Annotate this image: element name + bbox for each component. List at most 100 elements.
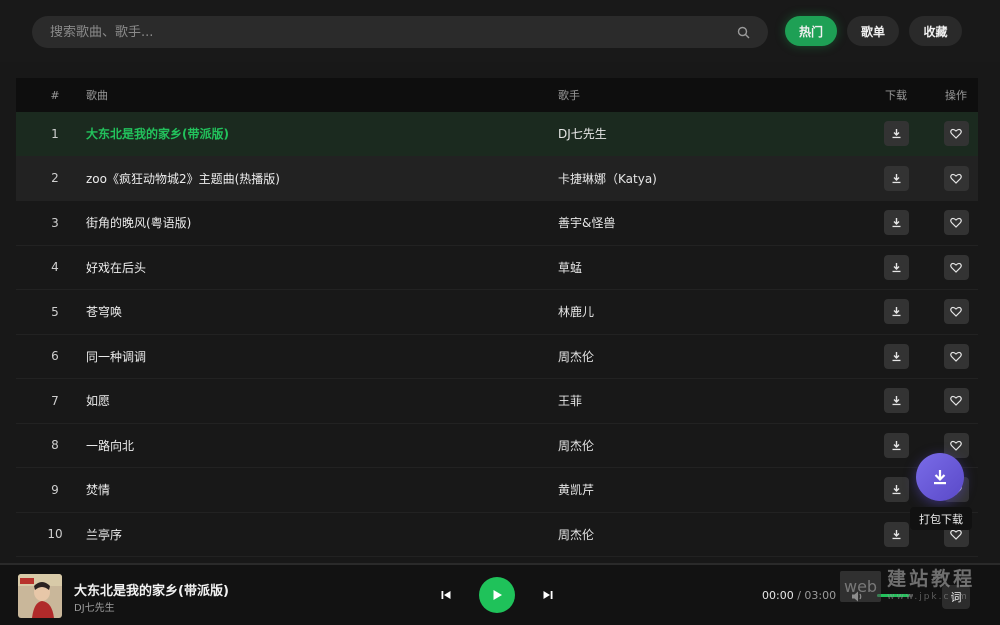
song-title[interactable]: 一路向北 <box>86 437 558 454</box>
next-button[interactable] <box>540 587 556 603</box>
table-row[interactable]: 2 zoo《疯狂动物城2》主题曲(热播版) 卡捷琳娜（Katya) <box>16 156 978 201</box>
heart-icon <box>950 529 962 540</box>
favorite-button[interactable] <box>943 210 969 236</box>
watermark-logo: web <box>840 570 882 602</box>
heart-icon <box>950 218 962 229</box>
favorite-button[interactable] <box>943 254 969 280</box>
search-bar[interactable] <box>32 16 768 48</box>
song-title[interactable]: 同一种调调 <box>86 348 558 365</box>
song-artist: 黄凯芹 <box>558 483 595 498</box>
download-icon <box>934 470 946 485</box>
download-button[interactable] <box>883 477 909 503</box>
download-button[interactable] <box>883 432 909 458</box>
song-artist: 周杰伦 <box>558 438 595 453</box>
table-row[interactable]: 3 街角的晚风(粤语版) 善宇&怪兽 <box>16 201 978 246</box>
favorite-button[interactable] <box>943 165 969 191</box>
download-icon <box>892 173 900 183</box>
header-action: 操作 <box>945 89 967 102</box>
song-title[interactable]: 街角的晚风(粤语版) <box>86 214 558 231</box>
heart-icon <box>950 396 962 407</box>
header-download: 下载 <box>885 89 907 102</box>
favorite-button[interactable] <box>943 388 969 414</box>
now-playing-artist: DJ七先生 <box>74 603 115 614</box>
heart-icon <box>950 351 962 362</box>
table-row[interactable]: 6 同一种调调 周杰伦 <box>16 335 978 379</box>
search-input[interactable] <box>50 24 736 40</box>
row-number: 3 <box>51 215 59 230</box>
search-icon[interactable] <box>736 25 750 39</box>
row-number: 10 <box>47 527 63 542</box>
heart-icon <box>950 173 962 184</box>
song-artist: 王菲 <box>558 394 583 409</box>
download-button[interactable] <box>883 521 909 547</box>
download-icon <box>892 218 900 228</box>
row-number: 9 <box>51 482 59 497</box>
download-button[interactable] <box>883 388 909 414</box>
header-title: 歌曲 <box>86 89 108 102</box>
row-number: 4 <box>51 260 59 275</box>
row-number: 5 <box>51 304 59 319</box>
row-number: 6 <box>51 349 59 364</box>
album-cover[interactable] <box>18 574 62 618</box>
time-separator: / <box>797 589 801 602</box>
table-row[interactable]: 4 好戏在后头 草蜢 <box>16 246 978 290</box>
table-row[interactable]: 1 大东北是我的家乡(带派版) DJ七先生 <box>16 112 978 157</box>
top-bar: 热门 歌单 收藏 <box>0 0 1000 62</box>
table-row[interactable]: 5 苍穹唤 林鹿儿 <box>16 290 978 335</box>
download-button[interactable] <box>883 210 909 236</box>
tab-favorites[interactable]: 收藏 <box>909 16 962 46</box>
heart-icon <box>950 440 962 451</box>
song-title[interactable]: 焚情 <box>86 481 558 498</box>
download-icon <box>892 485 900 495</box>
total-time: 03:00 <box>804 589 837 602</box>
download-icon <box>892 262 900 272</box>
watermark-text: 建站教程 <box>887 568 976 590</box>
previous-button[interactable] <box>438 587 454 603</box>
favorite-button[interactable] <box>943 343 969 369</box>
play-icon <box>493 590 502 600</box>
song-title[interactable]: zoo《疯狂动物城2》主题曲(热播版) <box>86 170 558 187</box>
song-title[interactable]: 兰亭序 <box>86 526 558 543</box>
watermark: web 建站教程 www.jpk.com <box>840 565 990 607</box>
current-time: 00:00 <box>762 589 794 602</box>
heart-icon <box>950 129 962 140</box>
song-artist: DJ七先生 <box>558 127 607 142</box>
download-button[interactable] <box>883 343 909 369</box>
skip-previous-icon <box>441 591 451 599</box>
download-button[interactable] <box>883 165 909 191</box>
download-button[interactable] <box>883 121 909 147</box>
table-row[interactable]: 9 焚情 黄凯芹 <box>16 468 978 513</box>
download-button[interactable] <box>883 299 909 325</box>
song-title[interactable]: 大东北是我的家乡(带派版) <box>86 125 558 142</box>
download-button[interactable] <box>883 254 909 280</box>
table-row[interactable]: 8 一路向北 周杰伦 <box>16 424 978 468</box>
table-row[interactable]: 7 如愿 王菲 <box>16 379 978 424</box>
download-icon <box>892 396 900 406</box>
tab-hot[interactable]: 热门 <box>785 16 837 46</box>
favorite-button[interactable] <box>943 121 969 147</box>
tab-playlist[interactable]: 歌单 <box>847 16 899 46</box>
download-icon <box>892 351 900 361</box>
skip-next-icon <box>543 591 553 599</box>
song-artist: 林鹿儿 <box>558 305 595 320</box>
time-display: 00:00 / 03:00 <box>762 589 836 602</box>
song-artist: 善宇&怪兽 <box>558 216 616 231</box>
row-number: 1 <box>51 126 59 141</box>
song-title[interactable]: 如愿 <box>86 392 558 409</box>
play-button[interactable] <box>479 577 515 613</box>
download-icon <box>892 307 900 317</box>
download-icon <box>892 440 900 450</box>
favorite-button[interactable] <box>943 299 969 325</box>
heart-icon <box>950 262 962 273</box>
song-title[interactable]: 好戏在后头 <box>86 259 558 276</box>
table-row[interactable]: 10 兰亭序 周杰伦 <box>16 513 978 557</box>
song-title[interactable]: 苍穹唤 <box>86 303 558 320</box>
download-icon <box>892 529 900 539</box>
pack-download-button[interactable] <box>916 453 964 501</box>
now-playing-title: 大东北是我的家乡(带派版) <box>74 584 229 599</box>
heart-icon <box>950 307 962 318</box>
song-artist: 卡捷琳娜（Katya) <box>558 171 657 186</box>
row-number: 2 <box>51 171 59 186</box>
watermark-url: www.jpk.com <box>887 592 969 602</box>
row-number: 8 <box>51 438 59 453</box>
